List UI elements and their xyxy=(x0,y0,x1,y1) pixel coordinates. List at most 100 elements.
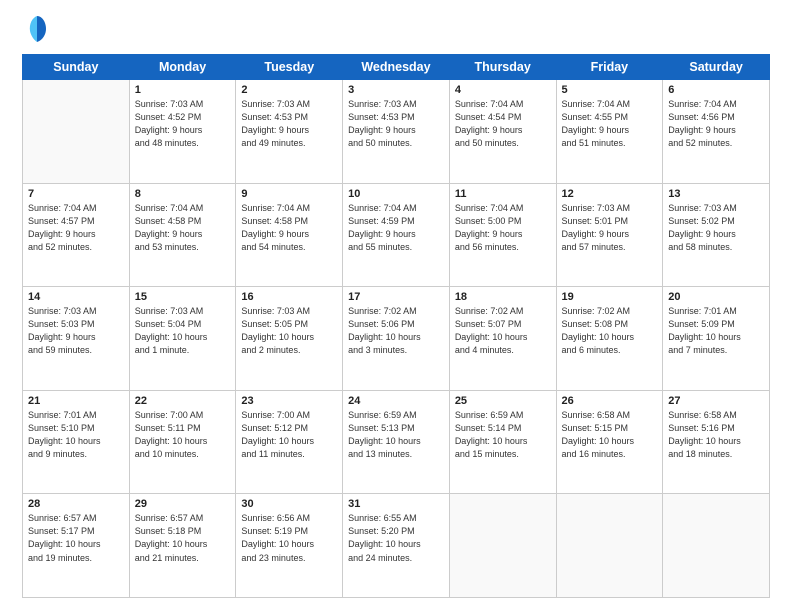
day-number: 16 xyxy=(241,291,337,303)
calendar-cell: 10 Sunrise: 7:04 AM Sunset: 4:59 PM Dayli… xyxy=(343,183,450,287)
calendar-cell: 1Sunrise: 7:03 AM Sunset: 4:52 PM Daylig… xyxy=(129,80,236,184)
calendar-cell: 2 Sunrise: 7:03 AM Sunset: 4:53 PM Daylig… xyxy=(236,80,343,184)
day-info: Sunrise: 7:03 AM Sunset: 4:53 PM Dayligh… xyxy=(348,98,444,150)
day-number: 27 xyxy=(668,395,764,407)
calendar-cell: 7Sunrise: 7:04 AM Sunset: 4:57 PM Daylig… xyxy=(23,183,130,287)
calendar-cell: 26 Sunrise: 6:58 AM Sunset: 5:15 PM Dayli… xyxy=(556,390,663,494)
day-number: 24 xyxy=(348,395,444,407)
day-number: 4 xyxy=(455,84,551,96)
day-info: Sunrise: 7:03 AM Sunset: 5:03 PM Dayligh… xyxy=(28,305,124,357)
day-info: Sunrise: 7:02 AM Sunset: 5:08 PM Dayligh… xyxy=(562,305,658,357)
calendar-cell: 5Sunrise: 7:04 AM Sunset: 4:55 PM Daylig… xyxy=(556,80,663,184)
day-info: Sunrise: 7:04 AM Sunset: 4:56 PM Dayligh… xyxy=(668,98,764,150)
day-info: Sunrise: 6:56 AM Sunset: 5:19 PM Dayligh… xyxy=(241,512,337,564)
day-info: Sunrise: 6:57 AM Sunset: 5:18 PM Dayligh… xyxy=(135,512,231,564)
calendar-week-row: 28Sunrise: 6:57 AM Sunset: 5:17 PM Dayli… xyxy=(23,494,770,598)
day-number: 7 xyxy=(28,188,124,200)
calendar-table: SundayMondayTuesdayWednesdayThursdayFrid… xyxy=(22,54,770,598)
day-info: Sunrise: 6:55 AM Sunset: 5:20 PM Dayligh… xyxy=(348,512,444,564)
header xyxy=(22,18,770,44)
calendar-week-row: 21 Sunrise: 7:01 AM Sunset: 5:10 PM Dayli… xyxy=(23,390,770,494)
calendar-week-row: 7Sunrise: 7:04 AM Sunset: 4:57 PM Daylig… xyxy=(23,183,770,287)
day-number: 31 xyxy=(348,498,444,510)
calendar-cell: 22 Sunrise: 7:00 AM Sunset: 5:11 PM Dayli… xyxy=(129,390,236,494)
calendar-cell xyxy=(449,494,556,598)
day-number: 15 xyxy=(135,291,231,303)
day-of-week-header: Wednesday xyxy=(343,55,450,80)
calendar-cell xyxy=(663,494,770,598)
logo-area xyxy=(22,18,48,44)
day-number: 20 xyxy=(668,291,764,303)
day-info: Sunrise: 7:00 AM Sunset: 5:11 PM Dayligh… xyxy=(135,409,231,461)
calendar-cell: 6 Sunrise: 7:04 AM Sunset: 4:56 PM Daylig… xyxy=(663,80,770,184)
calendar-cell xyxy=(556,494,663,598)
calendar-cell: 28Sunrise: 6:57 AM Sunset: 5:17 PM Dayli… xyxy=(23,494,130,598)
calendar-cell: 17 Sunrise: 7:02 AM Sunset: 5:06 PM Dayli… xyxy=(343,287,450,391)
day-info: Sunrise: 7:03 AM Sunset: 5:05 PM Dayligh… xyxy=(241,305,337,357)
calendar-cell: 3 Sunrise: 7:03 AM Sunset: 4:53 PM Daylig… xyxy=(343,80,450,184)
calendar-header-row: SundayMondayTuesdayWednesdayThursdayFrid… xyxy=(23,55,770,80)
day-number: 21 xyxy=(28,395,124,407)
day-number: 29 xyxy=(135,498,231,510)
day-info: Sunrise: 7:04 AM Sunset: 4:54 PM Dayligh… xyxy=(455,98,551,150)
calendar-cell: 14 Sunrise: 7:03 AM Sunset: 5:03 PM Dayli… xyxy=(23,287,130,391)
calendar-cell: 8Sunrise: 7:04 AM Sunset: 4:58 PM Daylig… xyxy=(129,183,236,287)
calendar-cell: 21 Sunrise: 7:01 AM Sunset: 5:10 PM Dayli… xyxy=(23,390,130,494)
day-of-week-header: Thursday xyxy=(449,55,556,80)
day-info: Sunrise: 6:59 AM Sunset: 5:14 PM Dayligh… xyxy=(455,409,551,461)
day-number: 22 xyxy=(135,395,231,407)
day-number: 10 xyxy=(348,188,444,200)
day-info: Sunrise: 7:04 AM Sunset: 4:59 PM Dayligh… xyxy=(348,202,444,254)
day-of-week-header: Sunday xyxy=(23,55,130,80)
calendar-cell: 23Sunrise: 7:00 AM Sunset: 5:12 PM Dayli… xyxy=(236,390,343,494)
calendar-cell: 4 Sunrise: 7:04 AM Sunset: 4:54 PM Daylig… xyxy=(449,80,556,184)
day-info: Sunrise: 7:02 AM Sunset: 5:06 PM Dayligh… xyxy=(348,305,444,357)
day-of-week-header: Monday xyxy=(129,55,236,80)
calendar-week-row: 1Sunrise: 7:03 AM Sunset: 4:52 PM Daylig… xyxy=(23,80,770,184)
day-number: 13 xyxy=(668,188,764,200)
calendar-cell: 31 Sunrise: 6:55 AM Sunset: 5:20 PM Dayli… xyxy=(343,494,450,598)
day-number: 6 xyxy=(668,84,764,96)
calendar-cell: 9 Sunrise: 7:04 AM Sunset: 4:58 PM Daylig… xyxy=(236,183,343,287)
day-number: 19 xyxy=(562,291,658,303)
day-number: 18 xyxy=(455,291,551,303)
day-info: Sunrise: 6:58 AM Sunset: 5:16 PM Dayligh… xyxy=(668,409,764,461)
day-info: Sunrise: 7:03 AM Sunset: 4:53 PM Dayligh… xyxy=(241,98,337,150)
calendar-cell: 19 Sunrise: 7:02 AM Sunset: 5:08 PM Dayli… xyxy=(556,287,663,391)
calendar-cell: 30 Sunrise: 6:56 AM Sunset: 5:19 PM Dayli… xyxy=(236,494,343,598)
day-info: Sunrise: 7:01 AM Sunset: 5:10 PM Dayligh… xyxy=(28,409,124,461)
calendar-cell: 16 Sunrise: 7:03 AM Sunset: 5:05 PM Dayli… xyxy=(236,287,343,391)
day-info: Sunrise: 7:04 AM Sunset: 4:58 PM Dayligh… xyxy=(241,202,337,254)
calendar-cell: 11Sunrise: 7:04 AM Sunset: 5:00 PM Dayli… xyxy=(449,183,556,287)
calendar-cell: 13 Sunrise: 7:03 AM Sunset: 5:02 PM Dayli… xyxy=(663,183,770,287)
day-number: 26 xyxy=(562,395,658,407)
day-info: Sunrise: 6:58 AM Sunset: 5:15 PM Dayligh… xyxy=(562,409,658,461)
day-number: 28 xyxy=(28,498,124,510)
day-info: Sunrise: 7:01 AM Sunset: 5:09 PM Dayligh… xyxy=(668,305,764,357)
day-of-week-header: Tuesday xyxy=(236,55,343,80)
day-number: 11 xyxy=(455,188,551,200)
day-info: Sunrise: 7:02 AM Sunset: 5:07 PM Dayligh… xyxy=(455,305,551,357)
day-of-week-header: Saturday xyxy=(663,55,770,80)
calendar-cell: 27 Sunrise: 6:58 AM Sunset: 5:16 PM Dayli… xyxy=(663,390,770,494)
calendar-cell: 15 Sunrise: 7:03 AM Sunset: 5:04 PM Dayli… xyxy=(129,287,236,391)
calendar-cell: 25 Sunrise: 6:59 AM Sunset: 5:14 PM Dayli… xyxy=(449,390,556,494)
day-info: Sunrise: 7:04 AM Sunset: 4:58 PM Dayligh… xyxy=(135,202,231,254)
day-number: 1 xyxy=(135,84,231,96)
calendar-cell: 18 Sunrise: 7:02 AM Sunset: 5:07 PM Dayli… xyxy=(449,287,556,391)
day-number: 23 xyxy=(241,395,337,407)
day-number: 3 xyxy=(348,84,444,96)
calendar-cell: 12Sunrise: 7:03 AM Sunset: 5:01 PM Dayli… xyxy=(556,183,663,287)
day-number: 14 xyxy=(28,291,124,303)
day-info: Sunrise: 6:59 AM Sunset: 5:13 PM Dayligh… xyxy=(348,409,444,461)
calendar-week-row: 14 Sunrise: 7:03 AM Sunset: 5:03 PM Dayli… xyxy=(23,287,770,391)
day-number: 2 xyxy=(241,84,337,96)
logo-icon xyxy=(26,14,48,44)
day-number: 30 xyxy=(241,498,337,510)
day-info: Sunrise: 7:03 AM Sunset: 5:04 PM Dayligh… xyxy=(135,305,231,357)
day-number: 17 xyxy=(348,291,444,303)
day-info: Sunrise: 7:03 AM Sunset: 5:02 PM Dayligh… xyxy=(668,202,764,254)
day-number: 25 xyxy=(455,395,551,407)
day-number: 9 xyxy=(241,188,337,200)
calendar-cell: 20 Sunrise: 7:01 AM Sunset: 5:09 PM Dayli… xyxy=(663,287,770,391)
